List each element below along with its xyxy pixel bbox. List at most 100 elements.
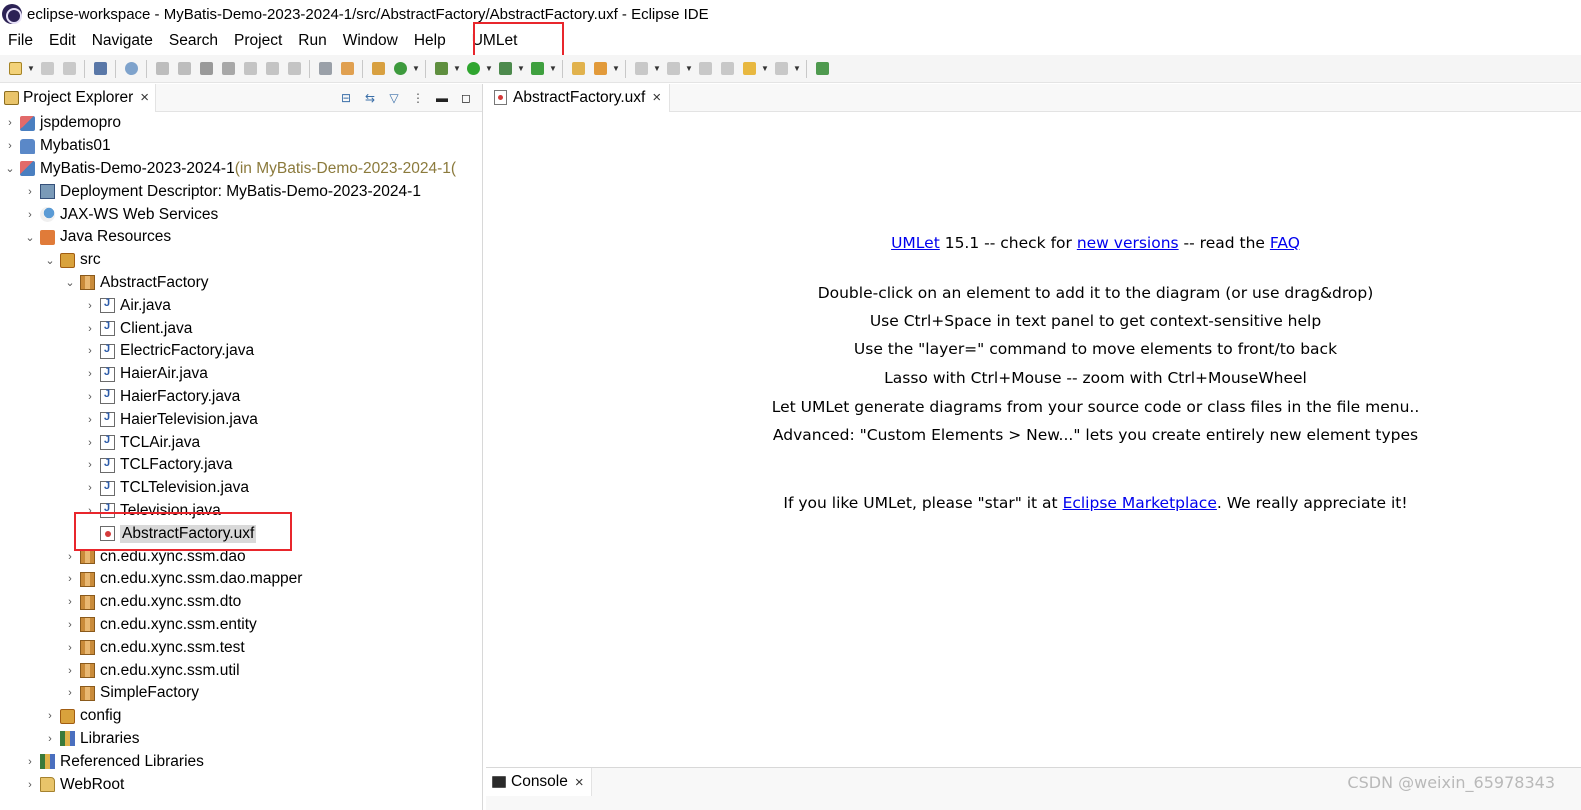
next-annotation-icon[interactable] bbox=[630, 58, 652, 80]
chevron-right-icon[interactable]: › bbox=[84, 414, 96, 426]
tree-item-dao-mapper-package[interactable]: › cn.edu.xync.ssm.dao.mapper bbox=[64, 568, 302, 591]
chevron-down-icon[interactable]: ⌄ bbox=[4, 162, 16, 175]
step-return-icon[interactable] bbox=[283, 58, 305, 80]
chevron-right-icon[interactable]: › bbox=[84, 345, 96, 357]
tree-item-util-package[interactable]: › cn.edu.xync.ssm.util bbox=[64, 659, 239, 682]
tree-item-deployment-descriptor[interactable]: › Deployment Descriptor: MyBatis-Demo-20… bbox=[24, 180, 421, 203]
tree-item-tcltelevision-java[interactable]: › TCLTelevision.java bbox=[84, 477, 249, 500]
tree-item-television-java[interactable]: › Television.java bbox=[84, 500, 221, 523]
previous-annotation-icon[interactable] bbox=[662, 58, 684, 80]
menu-navigate[interactable]: Navigate bbox=[84, 28, 161, 54]
tree-item-config[interactable]: › config bbox=[44, 705, 121, 728]
menu-umlet[interactable]: UMLet bbox=[454, 28, 536, 54]
chevron-down-icon[interactable]: ⌄ bbox=[44, 254, 56, 267]
tree-item-dto-package[interactable]: › cn.edu.xync.ssm.dto bbox=[64, 591, 241, 614]
tree-item-tclair-java[interactable]: › TCLAir.java bbox=[84, 431, 200, 454]
chevron-right-icon[interactable]: › bbox=[64, 551, 76, 563]
refresh-icon[interactable] bbox=[367, 58, 389, 80]
open-perspective-icon[interactable] bbox=[811, 58, 833, 80]
tab-project-explorer[interactable]: Project Explorer × bbox=[0, 84, 157, 112]
save-all-icon[interactable] bbox=[58, 58, 80, 80]
tree-item-air-java[interactable]: › Air.java bbox=[84, 294, 171, 317]
tab-console[interactable]: Console × bbox=[486, 768, 592, 796]
external-tools-icon[interactable] bbox=[494, 58, 516, 80]
chevron-right-icon[interactable]: › bbox=[84, 300, 96, 312]
back-icon[interactable] bbox=[738, 58, 760, 80]
run-icon[interactable] bbox=[462, 58, 484, 80]
eclipse-marketplace-link[interactable]: Eclipse Marketplace bbox=[1063, 494, 1217, 512]
run-last-tool-icon[interactable] bbox=[526, 58, 548, 80]
umlet-link[interactable]: UMLet bbox=[891, 234, 940, 252]
chevron-right-icon[interactable]: › bbox=[4, 117, 16, 129]
tree-item-webroot[interactable]: › WebRoot bbox=[24, 773, 124, 796]
filter-icon[interactable]: ▽ bbox=[386, 90, 402, 106]
skip-breakpoints-icon[interactable] bbox=[120, 58, 142, 80]
step-into-icon[interactable] bbox=[239, 58, 261, 80]
chevron-right-icon[interactable]: › bbox=[64, 687, 76, 699]
chevron-right-icon[interactable]: › bbox=[64, 665, 76, 677]
tree-item-test-package[interactable]: › cn.edu.xync.ssm.test bbox=[64, 636, 245, 659]
chevron-right-icon[interactable]: › bbox=[24, 186, 36, 198]
print-icon[interactable] bbox=[89, 58, 111, 80]
tree-item-haierfactory-java[interactable]: › HaierFactory.java bbox=[84, 386, 240, 409]
minimize-icon[interactable]: ▬ bbox=[434, 90, 450, 106]
chevron-right-icon[interactable]: › bbox=[64, 573, 76, 585]
chevron-down-icon[interactable]: ▼ bbox=[516, 58, 526, 80]
chevron-down-icon[interactable]: ▼ bbox=[484, 58, 494, 80]
tree-item-mybatis-demo[interactable]: ⌄ MyBatis-Demo-2023-2024-1 (in MyBatis-D… bbox=[4, 158, 456, 181]
faq-link[interactable]: FAQ bbox=[1270, 234, 1300, 252]
chevron-right-icon[interactable]: › bbox=[84, 459, 96, 471]
chevron-down-icon[interactable]: ▼ bbox=[652, 58, 662, 80]
menu-window[interactable]: Window bbox=[335, 28, 406, 54]
edit-history-icon[interactable] bbox=[716, 58, 738, 80]
chevron-right-icon[interactable]: › bbox=[64, 642, 76, 654]
tree-item-tclfactory-java[interactable]: › TCLFactory.java bbox=[84, 454, 232, 477]
collapse-all-icon[interactable]: ⊟ bbox=[338, 90, 354, 106]
debug-icon[interactable] bbox=[389, 58, 411, 80]
chevron-down-icon[interactable]: ▼ bbox=[760, 58, 770, 80]
chevron-right-icon[interactable]: › bbox=[44, 710, 56, 722]
chevron-right-icon[interactable]: › bbox=[24, 209, 36, 221]
chevron-down-icon[interactable]: ▼ bbox=[792, 58, 802, 80]
coverage-icon[interactable] bbox=[430, 58, 452, 80]
chevron-down-icon[interactable]: ▼ bbox=[611, 58, 621, 80]
chevron-right-icon[interactable]: › bbox=[64, 596, 76, 608]
open-type-icon[interactable] bbox=[567, 58, 589, 80]
tab-abstractfactory-uxf[interactable]: AbstractFactory.uxf × bbox=[486, 83, 671, 112]
chevron-down-icon[interactable]: ▼ bbox=[452, 58, 462, 80]
view-menu-icon[interactable]: ⋮ bbox=[410, 90, 426, 106]
chevron-right-icon[interactable]: › bbox=[84, 391, 96, 403]
menu-file[interactable]: File bbox=[0, 28, 41, 54]
last-edit-icon[interactable] bbox=[694, 58, 716, 80]
new-versions-link[interactable]: new versions bbox=[1077, 234, 1179, 252]
chevron-down-icon[interactable]: ▼ bbox=[548, 58, 558, 80]
chevron-down-icon[interactable]: ⌄ bbox=[24, 231, 36, 244]
menu-run[interactable]: Run bbox=[290, 28, 334, 54]
menu-edit[interactable]: Edit bbox=[41, 28, 84, 54]
tree-item-abstractfactory-uxf[interactable]: AbstractFactory.uxf bbox=[100, 522, 257, 545]
chevron-right-icon[interactable]: › bbox=[24, 779, 36, 791]
menu-search[interactable]: Search bbox=[161, 28, 226, 54]
forward-icon[interactable] bbox=[770, 58, 792, 80]
chevron-down-icon[interactable]: ▼ bbox=[26, 58, 36, 80]
tree-item-electricfactory-java[interactable]: › ElectricFactory.java bbox=[84, 340, 254, 363]
save-icon[interactable] bbox=[36, 58, 58, 80]
tree-item-src[interactable]: ⌄ src bbox=[44, 249, 100, 272]
menu-help[interactable]: Help bbox=[406, 28, 454, 54]
tree-item-java-resources[interactable]: ⌄ Java Resources bbox=[24, 226, 171, 249]
tree-item-jax-ws[interactable]: › JAX-WS Web Services bbox=[24, 203, 218, 226]
tree-item-jspdemopro[interactable]: › jspdemopro bbox=[4, 112, 121, 135]
tree-item-simplefactory-package[interactable]: › SimpleFactory bbox=[64, 682, 199, 705]
new-server-icon[interactable] bbox=[336, 58, 358, 80]
resume-icon[interactable] bbox=[151, 58, 173, 80]
tree-item-mybatis01[interactable]: › Mybatis01 bbox=[4, 135, 111, 158]
chevron-right-icon[interactable]: › bbox=[84, 323, 96, 335]
chevron-right-icon[interactable]: › bbox=[84, 505, 96, 517]
tree-item-libraries[interactable]: › Libraries bbox=[44, 728, 139, 751]
chevron-down-icon[interactable]: ▼ bbox=[411, 58, 421, 80]
tree-item-abstractfactory-package[interactable]: ⌄ AbstractFactory bbox=[64, 272, 208, 295]
disconnect-icon[interactable] bbox=[217, 58, 239, 80]
chevron-right-icon[interactable]: › bbox=[84, 368, 96, 380]
tree-item-client-java[interactable]: › Client.java bbox=[84, 317, 192, 340]
suspend-icon[interactable] bbox=[173, 58, 195, 80]
